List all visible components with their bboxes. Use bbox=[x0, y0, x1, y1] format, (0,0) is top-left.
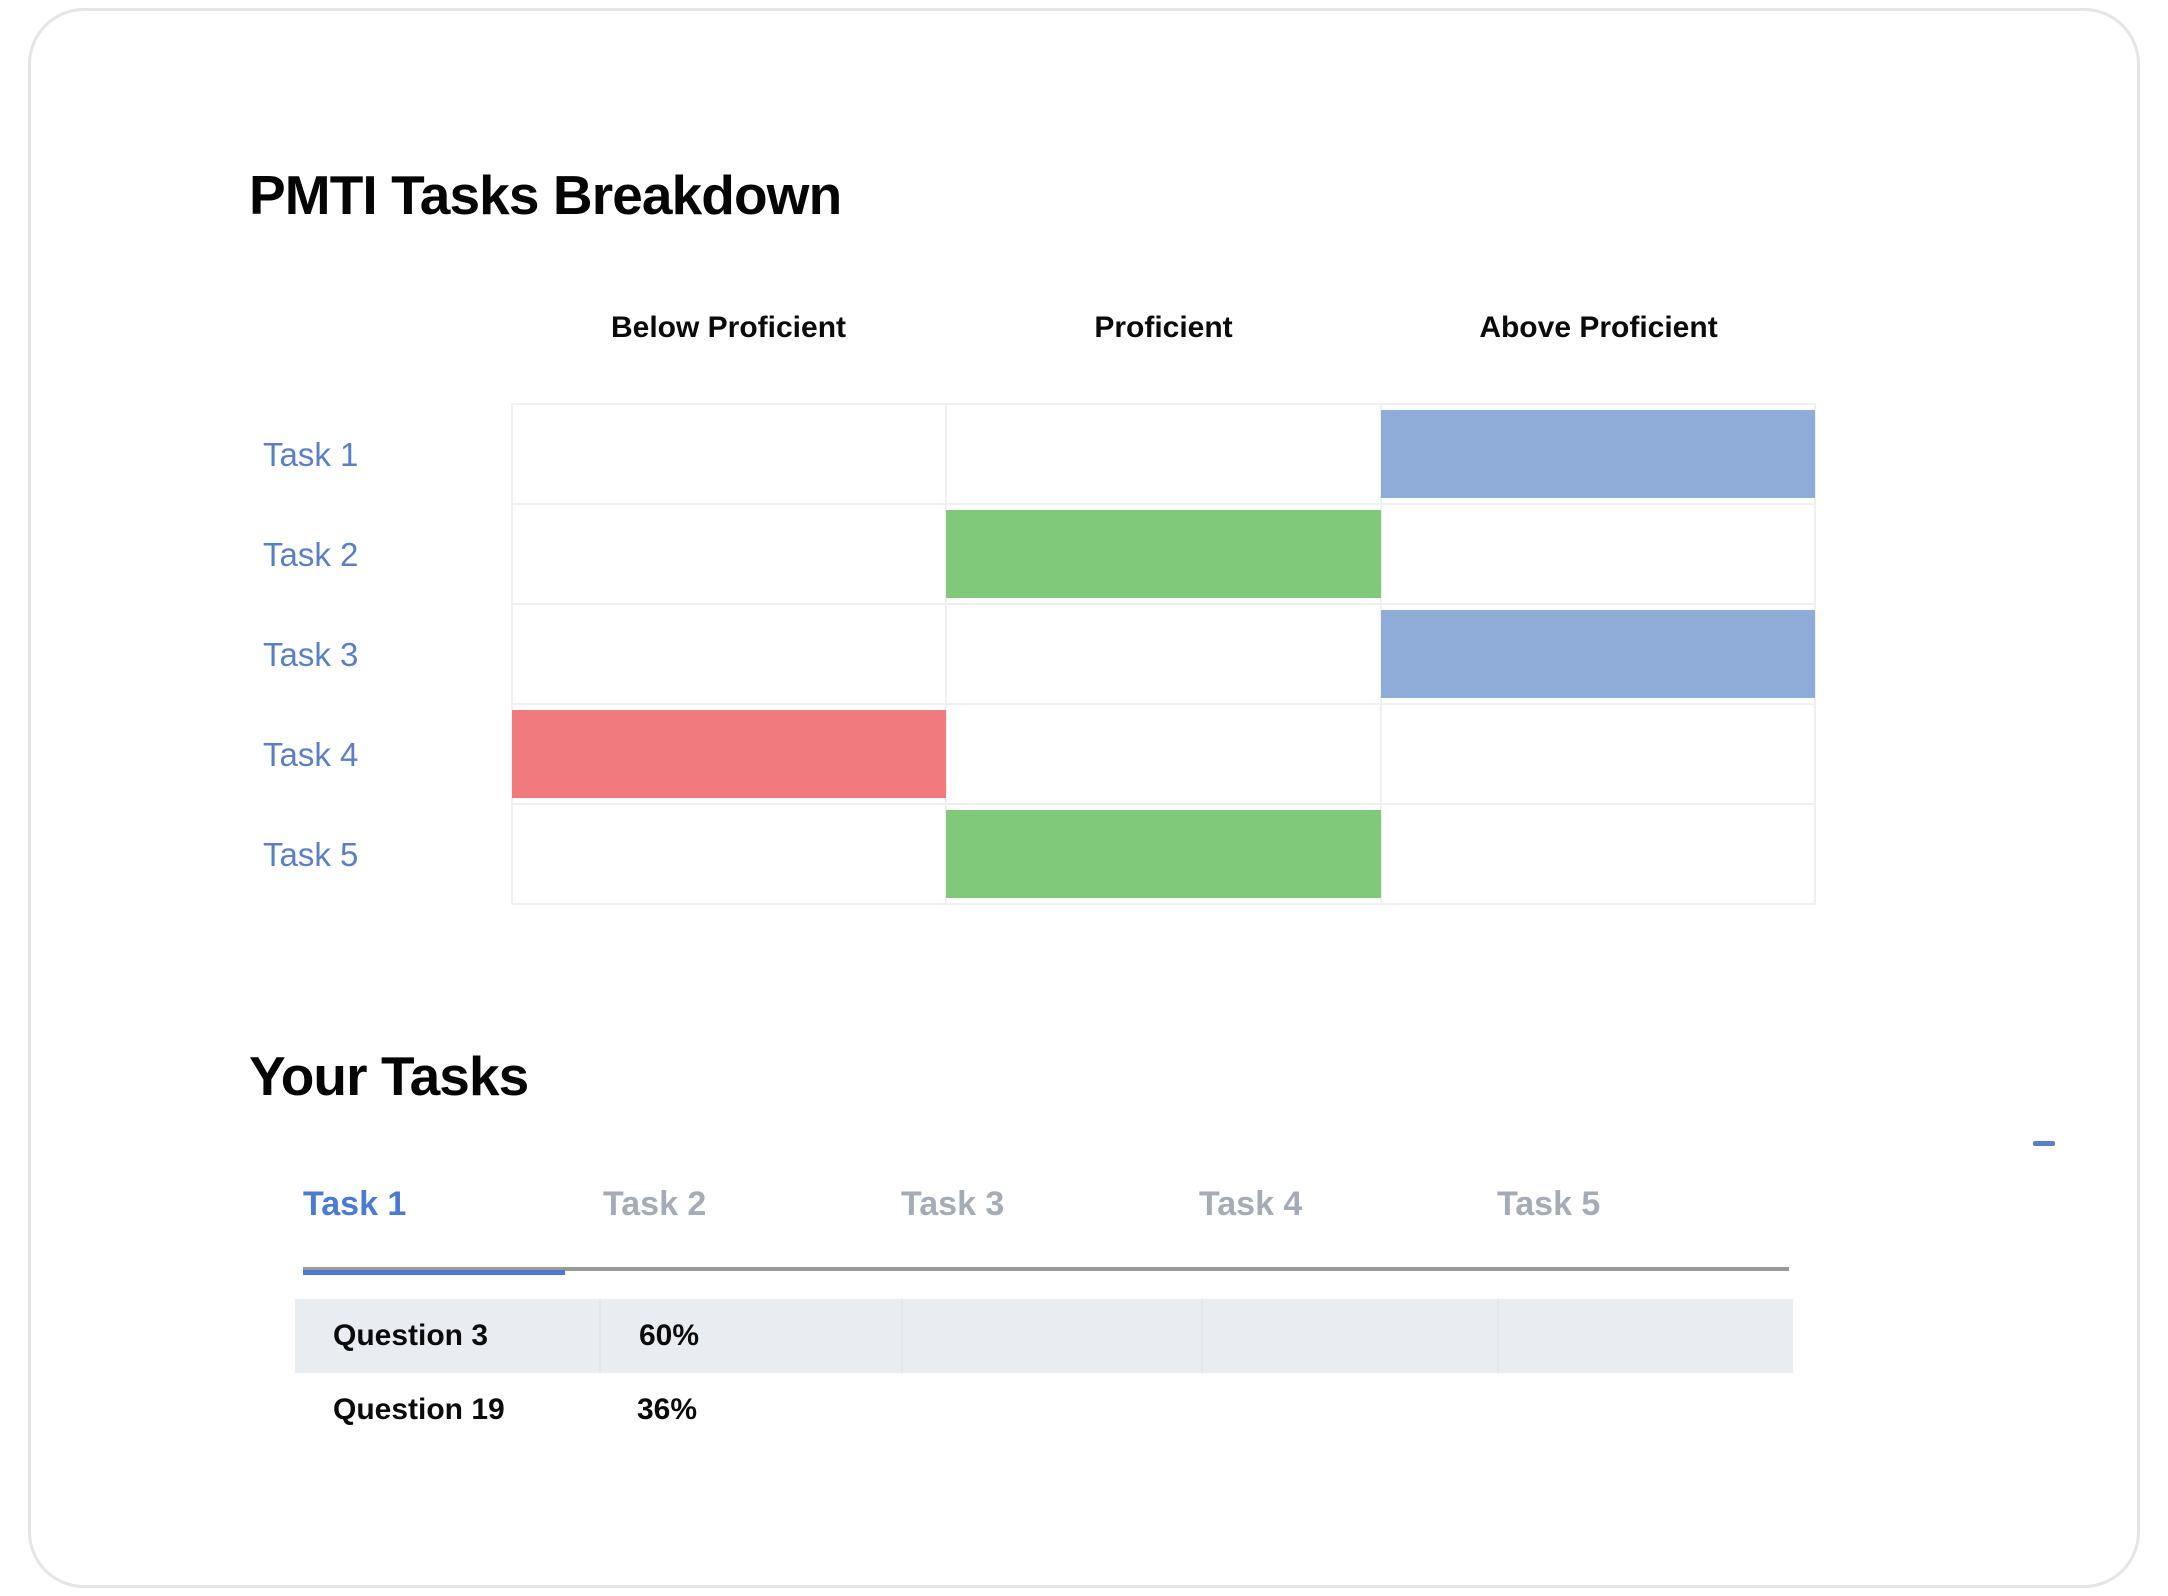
row-label-task-1: Task 1 bbox=[263, 436, 359, 473]
matrix-grid: Task 1 Task 2 Task 3 Task 4 Task 5 bbox=[263, 403, 1816, 905]
active-tab-indicator bbox=[303, 1270, 565, 1275]
matrix-cell-task1-below bbox=[513, 405, 948, 505]
tab-label: Task 1 bbox=[303, 1185, 407, 1223]
table-row[interactable]: Question 19 36% bbox=[295, 1373, 1793, 1447]
table-row[interactable]: Question 3 60% bbox=[295, 1299, 1793, 1373]
column-header-proficient: Proficient bbox=[1094, 311, 1233, 344]
tab-task-3[interactable]: Task 3 bbox=[901, 1179, 1004, 1271]
matrix-cell-task5-proficient bbox=[946, 805, 1382, 905]
cell-empty bbox=[1497, 1373, 1793, 1447]
cell-empty bbox=[901, 1299, 1201, 1373]
tab-task-5[interactable]: Task 5 bbox=[1497, 1179, 1600, 1271]
row-label-task-3: Task 3 bbox=[263, 636, 359, 673]
matrix-row: Task 4 bbox=[263, 705, 1816, 805]
dash-marker-icon bbox=[2033, 1141, 2055, 1146]
bar-task4-below-proficient bbox=[512, 710, 947, 798]
matrix-cell-task4-proficient bbox=[947, 705, 1382, 805]
cell-question-label: Question 19 bbox=[333, 1393, 505, 1426]
matrix-cell-task3-below bbox=[513, 605, 948, 705]
tab-label: Task 2 bbox=[603, 1185, 707, 1223]
matrix-cell-task2-below bbox=[513, 505, 948, 605]
matrix-cell-task3-above bbox=[1380, 605, 1816, 705]
tab-label: Task 4 bbox=[1199, 1185, 1303, 1223]
matrix-cell-task5-below bbox=[513, 805, 948, 905]
cell-empty bbox=[1201, 1299, 1497, 1373]
matrix-cell-task4-above bbox=[1381, 705, 1816, 805]
matrix-row: Task 3 bbox=[263, 605, 1816, 705]
task-tabs: Task 1 Task 2 Task 3 Task 4 Task 5 bbox=[303, 1179, 1789, 1275]
questions-table: Question 3 60% Question 19 36% bbox=[295, 1299, 1793, 1447]
matrix-cell-task1-proficient bbox=[947, 405, 1382, 505]
row-label-task-2: Task 2 bbox=[263, 536, 359, 573]
matrix-cell-task2-above bbox=[1381, 505, 1816, 605]
column-header-above-proficient: Above Proficient bbox=[1479, 311, 1718, 344]
matrix-row: Task 2 bbox=[263, 505, 1816, 605]
row-label-task-5: Task 5 bbox=[263, 836, 359, 873]
cell-question-score: 36% bbox=[637, 1393, 698, 1426]
bar-task1-above-proficient bbox=[1380, 410, 1815, 498]
tab-label: Task 3 bbox=[901, 1185, 1005, 1223]
cell-empty bbox=[1497, 1299, 1793, 1373]
matrix-cell-task5-above bbox=[1381, 805, 1816, 905]
proficiency-matrix: Below Proficient Proficient Above Profic… bbox=[249, 311, 1819, 905]
bar-task5-proficient bbox=[946, 810, 1381, 898]
tab-label: Task 5 bbox=[1497, 1185, 1601, 1223]
cell-empty bbox=[901, 1373, 1201, 1447]
your-tasks-title: Your Tasks bbox=[249, 1045, 529, 1107]
row-label-task-4: Task 4 bbox=[263, 736, 359, 773]
matrix-cell-task1-above bbox=[1380, 405, 1816, 505]
cell-question-score: 60% bbox=[599, 1299, 901, 1373]
tab-task-2[interactable]: Task 2 bbox=[603, 1179, 706, 1271]
column-header-below-proficient: Below Proficient bbox=[610, 311, 847, 344]
dashboard-card: PMTI Tasks Breakdown Below Proficient Pr… bbox=[28, 8, 2140, 1588]
matrix-column-headers: Below Proficient Proficient Above Profic… bbox=[249, 311, 1819, 403]
bar-task3-above-proficient bbox=[1380, 610, 1815, 698]
cell-empty bbox=[1201, 1373, 1497, 1447]
bar-task2-proficient bbox=[946, 510, 1381, 598]
matrix-cell-task3-proficient bbox=[947, 605, 1382, 705]
matrix-cell-task4-below bbox=[512, 705, 948, 805]
matrix-cell-task2-proficient bbox=[946, 505, 1382, 605]
matrix-row: Task 1 bbox=[263, 405, 1816, 505]
cell-question-label: Question 3 bbox=[333, 1319, 489, 1352]
page-title: PMTI Tasks Breakdown bbox=[249, 164, 842, 226]
matrix-row: Task 5 bbox=[263, 805, 1816, 905]
tab-task-1[interactable]: Task 1 bbox=[303, 1179, 565, 1275]
tab-task-4[interactable]: Task 4 bbox=[1199, 1179, 1302, 1271]
